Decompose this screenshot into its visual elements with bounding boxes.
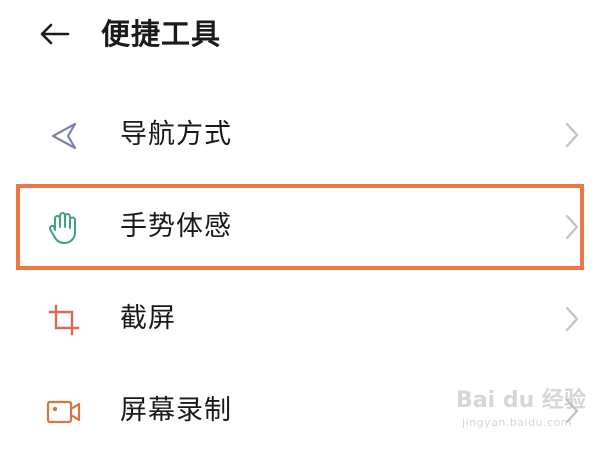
gesture-motion-item[interactable]: 手势体感	[0, 181, 600, 271]
item-label: 导航方式	[120, 119, 232, 150]
header-bar: 便捷工具	[0, 0, 600, 70]
screenshot-item[interactable]: 截屏	[0, 273, 600, 363]
chevron-right-icon	[562, 395, 582, 427]
crop-icon	[46, 302, 82, 338]
item-label: 截屏	[120, 303, 176, 334]
screen-recording-item[interactable]: 屏幕录制	[0, 365, 600, 450]
item-label: 手势体感	[120, 211, 232, 242]
chevron-right-icon	[562, 211, 582, 243]
settings-screen: 便捷工具 导航方式 手势体感 截屏 屏幕录制 Bai du 经验 jingyan…	[0, 0, 600, 450]
chevron-right-icon	[562, 119, 582, 151]
highlight-frame	[16, 184, 584, 270]
back-button[interactable]	[34, 14, 74, 54]
chevron-right-icon	[562, 303, 582, 335]
arrow-left-icon	[40, 23, 70, 45]
page-title: 便捷工具	[101, 17, 222, 51]
navigation-arrow-icon	[46, 118, 82, 154]
video-record-icon	[46, 394, 82, 430]
navigation-mode-item[interactable]: 导航方式	[0, 89, 600, 179]
hand-gesture-icon	[46, 210, 82, 246]
item-label: 屏幕录制	[120, 395, 232, 426]
